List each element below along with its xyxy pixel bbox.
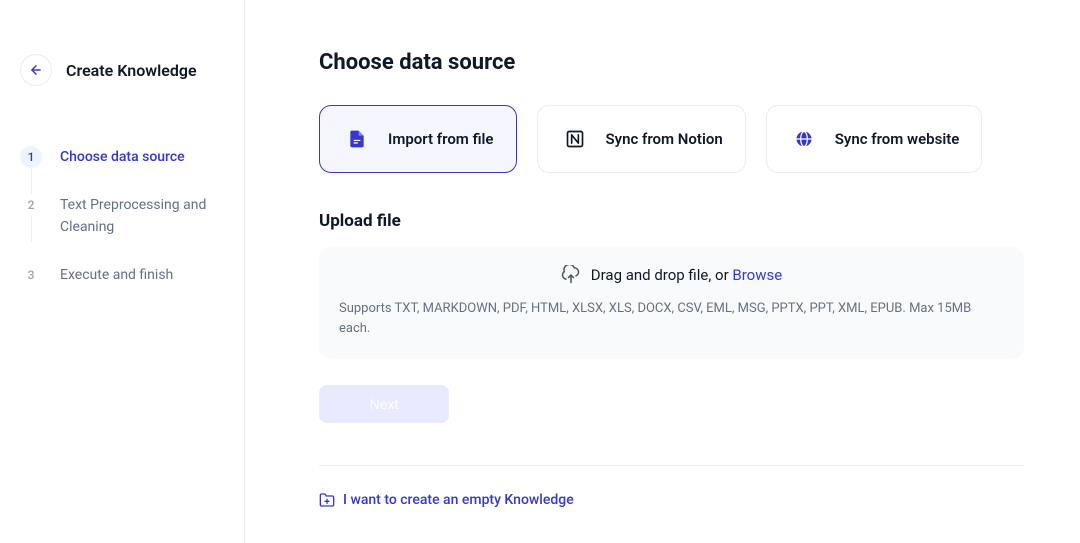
source-label: Sync from website	[835, 130, 960, 148]
source-sync-website[interactable]: Sync from website	[766, 105, 983, 173]
sidebar-title: Create Knowledge	[66, 61, 197, 80]
sidebar: Create Knowledge 1 Choose data source 2 …	[0, 0, 245, 543]
step-label: Text Preprocessing and Cleaning	[60, 194, 220, 238]
source-label: Sync from Notion	[606, 130, 723, 148]
main-content: Choose data source Import from file Syn	[245, 0, 1080, 543]
source-sync-notion[interactable]: Sync from Notion	[537, 105, 746, 173]
step-execute-finish[interactable]: 3 Execute and finish	[20, 264, 224, 286]
drop-prefix: Drag and drop file, or	[591, 266, 733, 284]
back-button[interactable]	[20, 54, 52, 86]
supported-formats: Supports TXT, MARKDOWN, PDF, HTML, XLSX,…	[335, 299, 1008, 339]
sidebar-header: Create Knowledge	[20, 54, 224, 86]
file-icon	[342, 124, 372, 154]
step-number: 3	[20, 264, 42, 286]
step-number: 2	[20, 194, 42, 216]
create-empty-knowledge-link[interactable]: I want to create an empty Knowledge	[319, 492, 1024, 508]
empty-knowledge-label: I want to create an empty Knowledge	[343, 492, 574, 508]
step-label: Choose data source	[60, 146, 185, 168]
step-text-preprocessing[interactable]: 2 Text Preprocessing and Cleaning	[20, 194, 224, 238]
page-title: Choose data source	[319, 50, 1024, 75]
source-label: Import from file	[388, 130, 494, 148]
source-import-file[interactable]: Import from file	[319, 105, 517, 173]
dropzone-prompt: Drag and drop file, or Browse	[335, 265, 1008, 285]
data-source-options: Import from file Sync from Notion Sync f…	[319, 105, 1024, 173]
steps-list: 1 Choose data source 2 Text Preprocessin…	[20, 146, 224, 312]
globe-icon	[789, 124, 819, 154]
step-connector	[31, 216, 32, 242]
folder-plus-icon	[319, 492, 335, 508]
arrow-left-icon	[29, 63, 43, 77]
upload-section-title: Upload file	[319, 211, 1024, 231]
upload-cloud-icon	[561, 265, 581, 285]
step-label: Execute and finish	[60, 264, 173, 286]
step-number: 1	[20, 146, 42, 168]
browse-link[interactable]: Browse	[732, 266, 782, 284]
next-button[interactable]: Next	[319, 385, 449, 423]
step-connector	[31, 168, 32, 194]
step-choose-data-source[interactable]: 1 Choose data source	[20, 146, 224, 168]
divider	[319, 465, 1024, 466]
file-dropzone[interactable]: Drag and drop file, or Browse Supports T…	[319, 247, 1024, 359]
notion-icon	[560, 124, 590, 154]
drop-text: Drag and drop file, or Browse	[591, 266, 782, 284]
